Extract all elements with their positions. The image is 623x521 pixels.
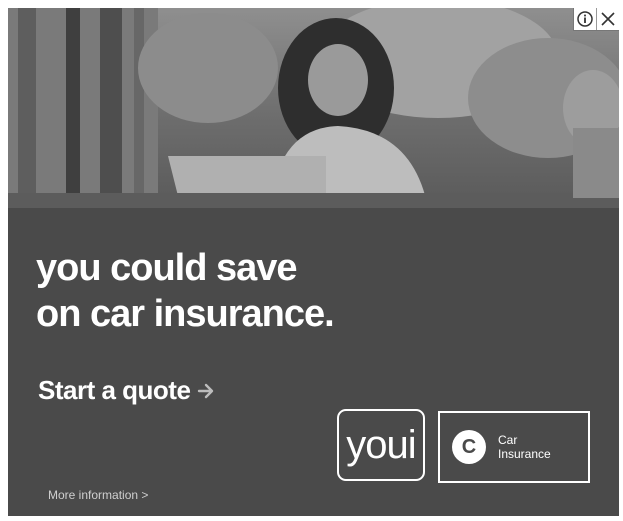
headline-line-2: on car insurance.: [36, 293, 335, 335]
headline-line-1: you could save: [36, 247, 298, 289]
car-insurance-c-icon: C: [452, 430, 486, 464]
more-information-link[interactable]: More information >: [48, 488, 148, 502]
ad-headline: you could save on car insurance.: [36, 245, 335, 337]
ad-choices-controls: [573, 8, 619, 31]
badge-label: Car Insurance: [498, 433, 551, 461]
badge-label-line-2: Insurance: [498, 447, 551, 461]
start-quote-link[interactable]: Start a quote: [38, 375, 218, 406]
hero-photo: [8, 8, 619, 208]
ad-banner[interactable]: you could save on car insurance. Start a…: [8, 8, 619, 516]
badge-label-line-1: Car: [498, 433, 518, 447]
hero-photo-illustration: [8, 8, 619, 208]
arrow-right-icon: [196, 380, 218, 402]
close-icon[interactable]: [596, 8, 619, 30]
youi-logo[interactable]: youi: [337, 409, 425, 481]
badge-icon-letter: C: [461, 435, 477, 458]
car-insurance-badge[interactable]: C Car Insurance: [438, 411, 590, 483]
youi-logo-text: youi: [346, 422, 416, 467]
info-icon[interactable]: [574, 8, 596, 30]
start-quote-label: Start a quote: [38, 375, 191, 405]
